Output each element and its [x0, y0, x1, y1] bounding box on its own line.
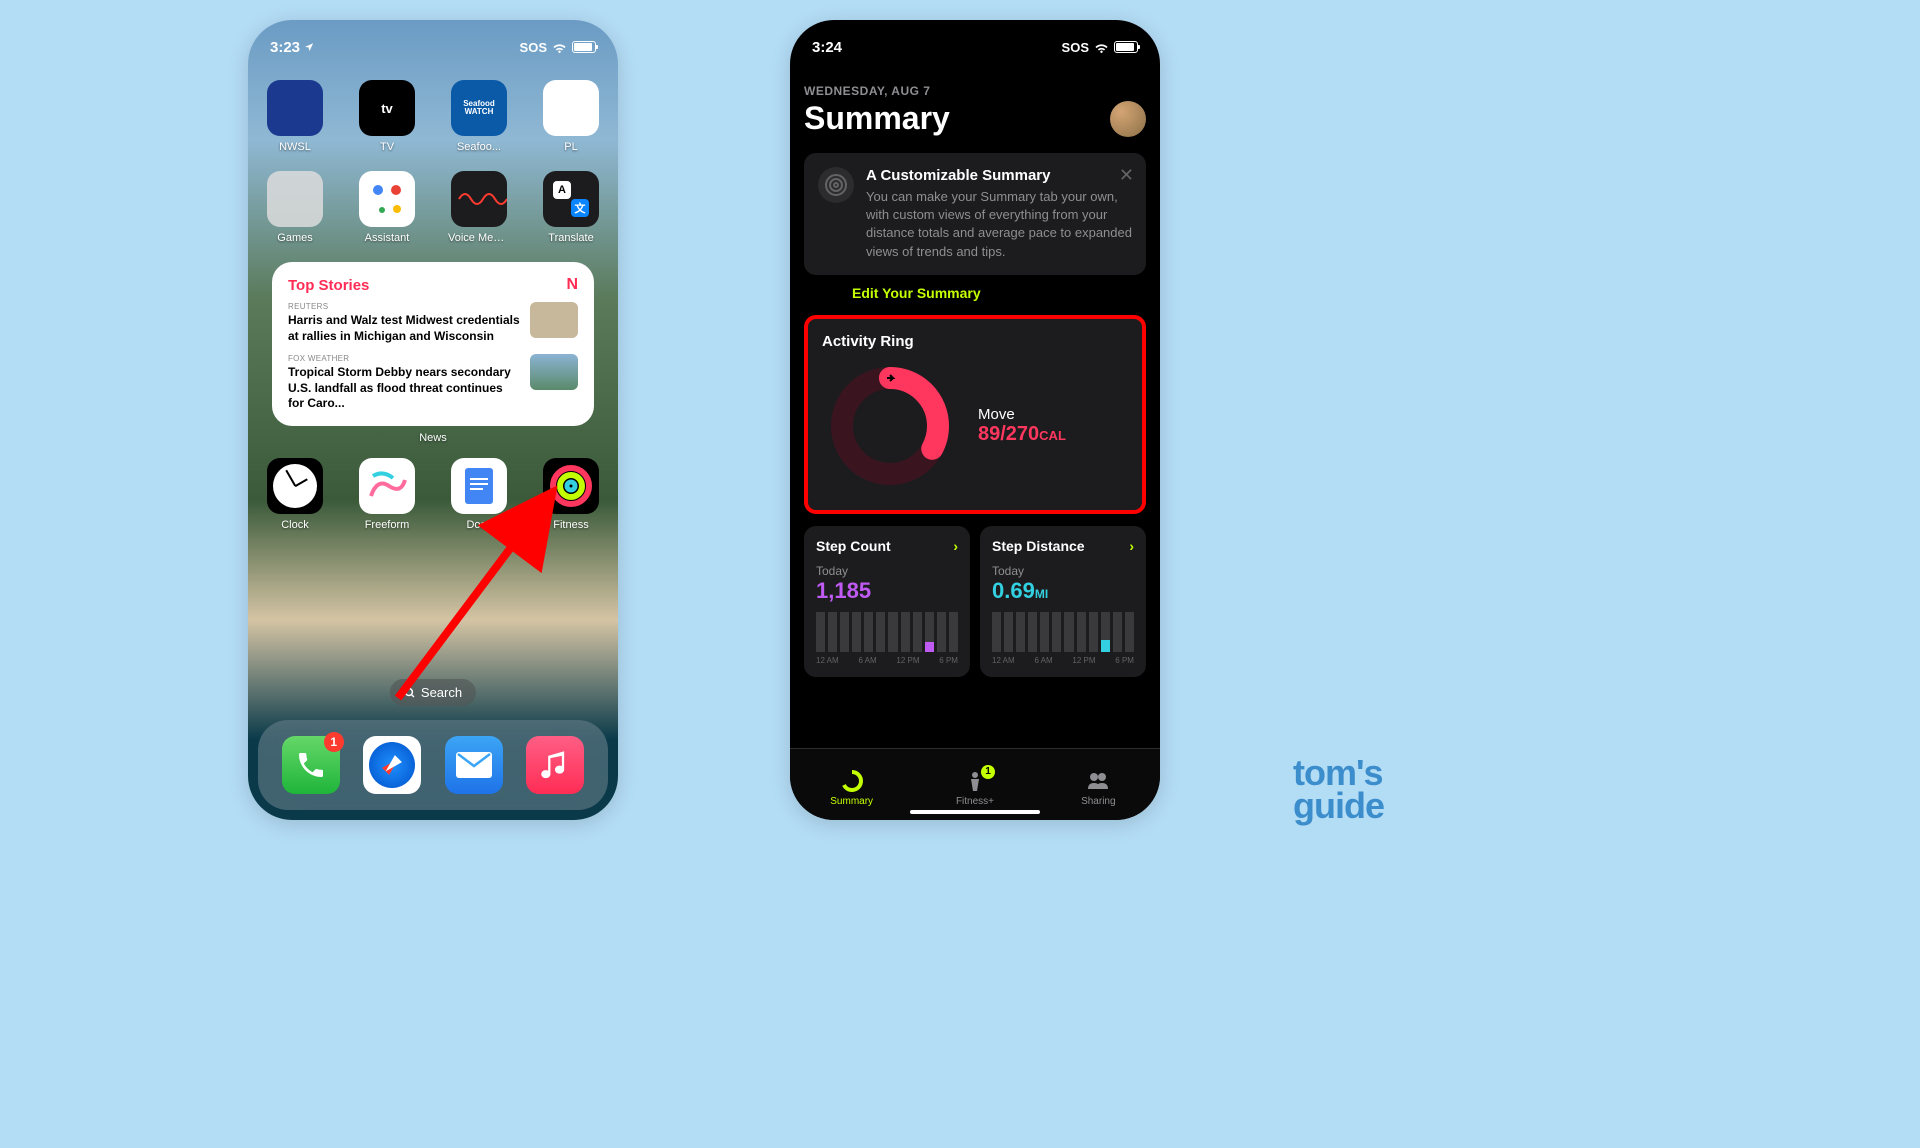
- step-count-value: 1,185: [816, 578, 958, 604]
- activity-ring-card[interactable]: Activity Ring Move 89/270CAL: [804, 315, 1146, 514]
- app-games-folder[interactable]: Games: [264, 171, 326, 244]
- rings-icon: [818, 167, 854, 203]
- app-docs[interactable]: Docs: [448, 458, 510, 531]
- app-freeform[interactable]: Freeform: [356, 458, 418, 531]
- app-pl[interactable]: PL: [540, 80, 602, 153]
- move-value: 89/270: [978, 423, 1039, 445]
- fitness-plus-icon: 1: [963, 769, 987, 793]
- status-bar: 3:23 SOS: [248, 20, 618, 60]
- news-item[interactable]: REUTERS Harris and Walz test Midwest cre…: [288, 302, 578, 344]
- info-card: A Customizable Summary You can make your…: [804, 153, 1146, 275]
- info-description: You can make your Summary tab your own, …: [866, 188, 1132, 261]
- edit-summary-link[interactable]: Edit Your Summary: [852, 285, 1146, 301]
- status-time: 3:24: [812, 39, 842, 56]
- activity-ring: [830, 366, 950, 486]
- distance-chart: [992, 612, 1134, 652]
- news-thumbnail: [530, 302, 578, 338]
- summary-icon: [840, 769, 864, 793]
- date-label: WEDNESDAY, AUG 7: [804, 84, 1146, 98]
- news-item[interactable]: FOX WEATHER Tropical Storm Debby nears s…: [288, 354, 578, 412]
- news-thumbnail: [530, 354, 578, 390]
- step-distance-card[interactable]: Step Distance › Today 0.69MI 12 AM6 AM12…: [980, 526, 1146, 677]
- status-bar: 3:24 SOS: [790, 20, 1160, 60]
- watermark: tom's guide: [1293, 757, 1384, 822]
- dock: 1: [258, 720, 608, 810]
- spotlight-search[interactable]: Search: [390, 679, 476, 706]
- step-chart: [816, 612, 958, 652]
- app-tv[interactable]: tvTV: [356, 80, 418, 153]
- app-voice-memos[interactable]: Voice Memos: [448, 171, 510, 244]
- badge: 1: [324, 732, 344, 752]
- widget-label: News: [264, 432, 602, 444]
- page-title: Summary: [804, 100, 950, 137]
- apple-news-icon: N: [566, 276, 578, 294]
- app-clock[interactable]: Clock: [264, 458, 326, 531]
- step-count-card[interactable]: Step Count › Today 1,185 12 AM6 AM12 PM6…: [804, 526, 970, 677]
- app-phone[interactable]: 1: [282, 736, 340, 794]
- move-unit: CAL: [1039, 428, 1066, 443]
- fitness-app: 3:24 SOS WEDNESDAY, AUG 7 Summary A Cust…: [790, 20, 1160, 820]
- info-title: A Customizable Summary: [866, 167, 1132, 184]
- search-icon: [404, 687, 416, 699]
- app-fitness[interactable]: Fitness: [540, 458, 602, 531]
- tab-summary[interactable]: Summary: [790, 749, 913, 820]
- chevron-right-icon: ›: [953, 538, 958, 554]
- step-distance-value: 0.69: [992, 578, 1035, 603]
- app-music[interactable]: [526, 736, 584, 794]
- move-label: Move: [978, 406, 1066, 423]
- activity-title: Activity Ring: [822, 333, 1128, 350]
- app-grid: NWSL tvTV SeafoodWATCHSeafoo... PL Games…: [248, 60, 618, 531]
- wifi-icon: [1094, 42, 1109, 53]
- news-widget[interactable]: Top Stories N REUTERS Harris and Walz te…: [272, 262, 594, 426]
- chevron-right-icon: ›: [1129, 538, 1134, 554]
- app-mail[interactable]: [445, 736, 503, 794]
- app-nwsl[interactable]: NWSL: [264, 80, 326, 153]
- home-screen: 3:23 SOS NWSL tvTV SeafoodWATCHSeafoo...…: [248, 20, 618, 820]
- status-sos: SOS: [520, 40, 547, 55]
- status-sos: SOS: [1062, 40, 1089, 55]
- status-time: 3:23: [270, 39, 300, 56]
- profile-avatar[interactable]: [1110, 101, 1146, 137]
- tab-sharing[interactable]: Sharing: [1037, 749, 1160, 820]
- battery-icon: [572, 41, 596, 53]
- news-widget-title: Top Stories: [288, 277, 369, 294]
- app-assistant[interactable]: Assistant: [356, 171, 418, 244]
- home-indicator[interactable]: [910, 810, 1040, 814]
- app-safari[interactable]: [363, 736, 421, 794]
- app-seafood-watch[interactable]: SeafoodWATCHSeafoo...: [448, 80, 510, 153]
- app-translate[interactable]: A文Translate: [540, 171, 602, 244]
- location-icon: [304, 42, 314, 52]
- sharing-icon: [1086, 769, 1110, 793]
- battery-icon: [1114, 41, 1138, 53]
- wifi-icon: [552, 42, 567, 53]
- close-icon[interactable]: ✕: [1119, 165, 1134, 186]
